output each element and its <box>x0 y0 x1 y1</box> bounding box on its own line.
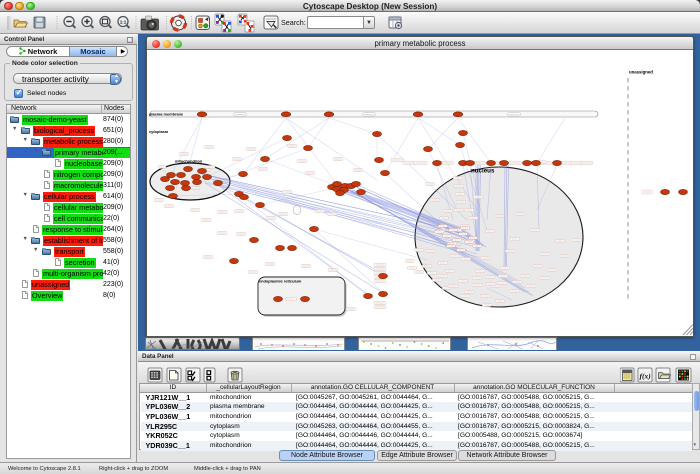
svg-text:1:1: 1:1 <box>120 20 127 25</box>
svg-text:plasma membrane: plasma membrane <box>149 112 184 117</box>
svg-text:nucleus: nucleus <box>471 168 495 175</box>
svg-text:f(x): f(x) <box>640 372 652 381</box>
svg-text:unassigned: unassigned <box>629 70 653 75</box>
svg-text:mitochondrion: mitochondrion <box>175 159 203 164</box>
svg-text:endoplasmic reticulum: endoplasmic reticulum <box>259 279 302 284</box>
svg-text:cytoplasm: cytoplasm <box>149 129 169 134</box>
